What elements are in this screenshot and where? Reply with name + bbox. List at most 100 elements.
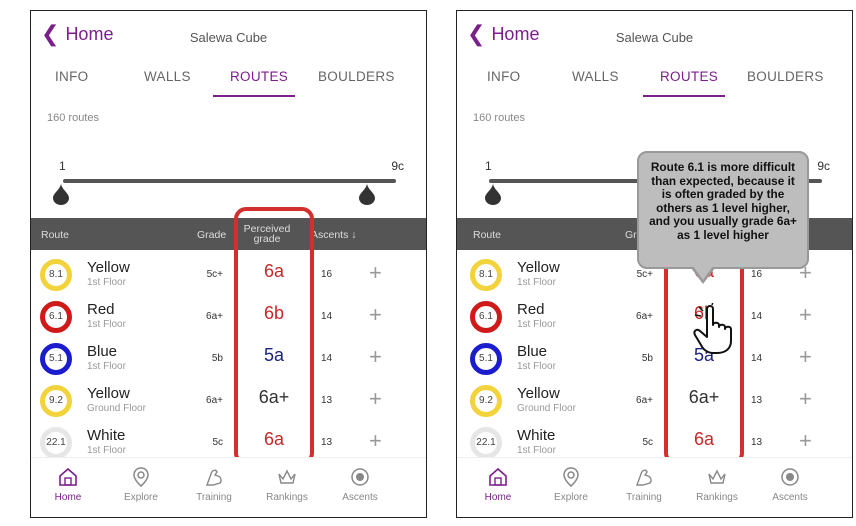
grade-min-label: 1: [485, 159, 492, 173]
route-floor: 1st Floor: [87, 319, 126, 330]
add-ascent-button[interactable]: +: [369, 260, 382, 286]
route-ascents: 14: [321, 353, 333, 364]
route-floor: 1st Floor: [87, 445, 126, 456]
nav-home[interactable]: Home: [463, 466, 533, 503]
add-ascent-button[interactable]: +: [799, 428, 812, 454]
nav-training[interactable]: Training: [179, 466, 249, 503]
route-color-badge: 8.1: [40, 259, 72, 291]
route-floor: 1st Floor: [87, 277, 126, 288]
nav-rankings[interactable]: Rankings: [682, 466, 752, 503]
route-number: 6.1: [479, 311, 493, 322]
route-number: 5.1: [479, 353, 493, 364]
route-floor: Ground Floor: [517, 403, 576, 414]
nav-label: Home: [484, 492, 512, 503]
tab-routes[interactable]: ROUTES: [660, 69, 718, 84]
route-row[interactable]: 6.1 Red 1st Floor 6a+ 6b 14 +: [31, 297, 426, 339]
route-name: Red: [87, 301, 115, 318]
home-icon: [463, 466, 533, 488]
flexed-arm-icon: [179, 466, 249, 488]
route-color-badge: 5.1: [470, 343, 502, 375]
route-number: 22.1: [476, 437, 496, 448]
route-row[interactable]: 9.2 Yellow Ground Floor 6a+ 6a+ 13 +: [457, 381, 852, 423]
nav-label: Explore: [124, 492, 158, 503]
nav-explore[interactable]: Explore: [106, 466, 176, 503]
slider-min-handle[interactable]: [485, 183, 501, 205]
nav-home[interactable]: Home: [33, 466, 103, 503]
route-row[interactable]: 8.1Yellow1st Floor5c+6a16+: [31, 255, 426, 297]
col-ascents[interactable]: Ascents ↓: [311, 229, 357, 241]
add-ascent-button[interactable]: +: [799, 344, 812, 370]
route-name: White: [87, 427, 126, 444]
route-grade: 5b: [641, 353, 653, 364]
route-color-badge: 5.1: [40, 343, 72, 375]
tab-routes[interactable]: ROUTES: [230, 69, 288, 84]
nav-ascents[interactable]: Ascents: [755, 466, 825, 503]
route-row[interactable]: 5.1 Blue 1st Floor 5b 5a 14 +: [31, 339, 426, 381]
route-floor: 1st Floor: [517, 277, 556, 288]
add-ascent-button[interactable]: +: [799, 386, 812, 412]
add-ascent-button[interactable]: +: [369, 386, 382, 412]
nav-label: Ascents: [342, 492, 378, 503]
route-row[interactable]: 9.2 Yellow Ground Floor 6a+ 6a+ 13 +: [31, 381, 426, 423]
gym-name: Salewa Cube: [189, 30, 268, 45]
phone-screenshot-right: ❮ Home Salewa Cube INFO WALLS ROUTES BOU…: [456, 10, 853, 518]
nav-label: Rankings: [696, 492, 738, 503]
pointing-hand-icon: [693, 303, 732, 354]
phone-screenshot-left: ❮ Home Salewa Cube INFO WALLS ROUTES BOU…: [30, 10, 427, 518]
add-ascent-button[interactable]: +: [369, 428, 382, 454]
target-icon: [755, 466, 825, 488]
route-row[interactable]: 5.1 Blue 1st Floor 5b 5a 14 +: [457, 339, 852, 381]
route-grade: 5c+: [636, 269, 653, 280]
nav-label: Training: [626, 492, 662, 503]
route-name: Blue: [87, 343, 118, 360]
route-grade: 5b: [211, 353, 223, 364]
route-ascents: 13: [751, 395, 763, 406]
route-color-badge: 9.2: [470, 385, 502, 417]
route-row[interactable]: 6.1 Red 1st Floor 6a+ 6b 14 +: [457, 297, 852, 339]
tab-info[interactable]: INFO: [55, 69, 88, 84]
nav-label: Training: [196, 492, 232, 503]
route-number: 9.2: [49, 395, 63, 406]
crown-icon: [682, 466, 752, 488]
nav-training[interactable]: Training: [609, 466, 679, 503]
nav-label: Rankings: [266, 492, 308, 503]
tab-boulders[interactable]: BOULDERS: [747, 69, 824, 84]
route-floor: 1st Floor: [517, 319, 556, 330]
top-bar: ❮ Home Salewa Cube: [457, 11, 852, 53]
route-floor: 1st Floor: [517, 361, 556, 372]
nav-ascents[interactable]: Ascents: [325, 466, 395, 503]
add-ascent-button[interactable]: +: [369, 302, 382, 328]
tab-boulders[interactable]: BOULDERS: [318, 69, 395, 84]
route-number: 6.1: [49, 311, 63, 322]
route-ascents: 16: [751, 269, 763, 280]
route-color-badge: 8.1: [470, 259, 502, 291]
route-ascents: 14: [751, 353, 763, 364]
route-grade: 6a+: [636, 395, 653, 406]
col-route[interactable]: Route: [473, 229, 501, 241]
flexed-arm-icon: [609, 466, 679, 488]
nav-explore[interactable]: Explore: [536, 466, 606, 503]
location-pin-icon: [536, 466, 606, 488]
grade-range-slider[interactable]: [63, 179, 396, 183]
col-grade[interactable]: Grade: [197, 229, 226, 241]
col-route[interactable]: Route: [41, 229, 69, 241]
route-grade: 6a+: [636, 311, 653, 322]
route-color-badge: 6.1: [470, 301, 502, 333]
route-count: 160 routes: [47, 112, 99, 124]
route-grade: 6a+: [206, 311, 223, 322]
add-ascent-button[interactable]: +: [369, 344, 382, 370]
slider-min-handle[interactable]: [53, 183, 69, 205]
tab-walls[interactable]: WALLS: [572, 69, 619, 84]
route-count: 160 routes: [473, 112, 525, 124]
slider-max-handle[interactable]: [359, 183, 375, 205]
route-number: 8.1: [479, 269, 493, 280]
route-name: Yellow: [517, 259, 560, 276]
route-grade: 6a+: [206, 395, 223, 406]
nav-rankings[interactable]: Rankings: [252, 466, 322, 503]
add-ascent-button[interactable]: +: [799, 302, 812, 328]
tab-walls[interactable]: WALLS: [144, 69, 191, 84]
tab-info[interactable]: INFO: [487, 69, 520, 84]
grade-min-label: 1: [59, 159, 66, 173]
active-tab-indicator: [213, 95, 295, 97]
route-color-badge: 22.1: [40, 427, 72, 459]
